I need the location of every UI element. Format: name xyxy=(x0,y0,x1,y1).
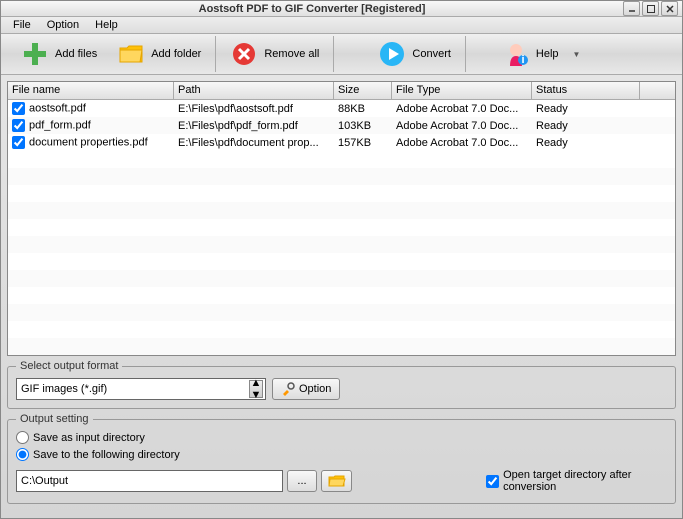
menu-option[interactable]: Option xyxy=(39,17,87,33)
titlebar: Aostsoft PDF to GIF Converter [Registere… xyxy=(1,1,682,17)
menubar: File Option Help xyxy=(1,17,682,34)
convert-label: Convert xyxy=(412,48,451,60)
cell-status: Ready xyxy=(532,119,640,133)
output-path-input[interactable]: C:\Output xyxy=(16,470,283,492)
table-row[interactable]: pdf_form.pdf E:\Files\pdf\pdf_form.pdf 1… xyxy=(8,117,675,134)
output-setting-group: Output setting Save as input directory S… xyxy=(7,413,676,504)
cell-filetype: Adobe Acrobat 7.0 Doc... xyxy=(392,102,532,116)
open-folder-button[interactable] xyxy=(321,470,352,492)
cell-filename: pdf_form.pdf xyxy=(29,119,91,131)
option-label: Option xyxy=(299,383,331,395)
cell-filetype: Adobe Acrobat 7.0 Doc... xyxy=(392,119,532,133)
table-row[interactable]: aostsoft.pdf E:\Files\pdf\aostsoft.pdf 8… xyxy=(8,100,675,117)
open-target-label: Open target directory after conversion xyxy=(503,469,667,493)
separator xyxy=(215,36,216,72)
separator xyxy=(333,36,334,72)
plus-icon xyxy=(21,40,49,68)
chevron-down-icon: ▼ xyxy=(573,50,581,59)
folder-icon xyxy=(117,40,145,68)
menu-help[interactable]: Help xyxy=(87,17,126,33)
list-header: File name Path Size File Type Status xyxy=(8,82,675,100)
empty-rows xyxy=(8,151,675,355)
row-checkbox[interactable] xyxy=(12,136,25,149)
cell-size: 88KB xyxy=(334,102,392,116)
list-body[interactable]: aostsoft.pdf E:\Files\pdf\aostsoft.pdf 8… xyxy=(8,100,675,355)
remove-icon xyxy=(230,40,258,68)
save-following-label: Save to the following directory xyxy=(33,449,180,461)
cell-filename: document properties.pdf xyxy=(29,136,148,148)
output-setting-legend: Output setting xyxy=(16,413,93,425)
folder-open-icon xyxy=(328,474,346,488)
content-area: File name Path Size File Type Status aos… xyxy=(1,75,682,518)
add-files-label: Add files xyxy=(55,48,97,60)
help-icon: i xyxy=(502,40,530,68)
cell-filetype: Adobe Acrobat 7.0 Doc... xyxy=(392,136,532,150)
remove-all-button[interactable]: Remove all xyxy=(220,34,329,74)
add-folder-label: Add folder xyxy=(151,48,201,60)
col-path[interactable]: Path xyxy=(174,82,334,99)
format-select[interactable]: GIF images (*.gif) ▲▼ xyxy=(16,378,266,400)
open-target-checkbox[interactable] xyxy=(486,475,499,488)
col-size[interactable]: Size xyxy=(334,82,392,99)
convert-button[interactable]: Convert xyxy=(368,34,461,74)
svg-text:i: i xyxy=(521,54,524,66)
cell-status: Ready xyxy=(532,136,640,150)
cell-size: 157KB xyxy=(334,136,392,150)
browse-button[interactable]: ... xyxy=(287,470,318,492)
row-checkbox[interactable] xyxy=(12,102,25,115)
separator xyxy=(465,36,466,72)
cell-path: E:\Files\pdf\document prop... xyxy=(174,136,334,150)
toolbar: Add files Add folder Remove all Convert xyxy=(1,34,682,75)
minimize-button[interactable] xyxy=(623,1,640,16)
option-button[interactable]: Option xyxy=(272,378,340,400)
file-list: File name Path Size File Type Status aos… xyxy=(7,81,676,356)
save-input-radio[interactable] xyxy=(16,431,29,444)
cell-status: Ready xyxy=(532,102,640,116)
ellipsis-icon: ... xyxy=(297,475,306,487)
save-input-label: Save as input directory xyxy=(33,432,145,444)
spinner-arrows-icon: ▲▼ xyxy=(249,380,263,398)
help-button[interactable]: i Help ▼ xyxy=(492,34,591,74)
col-filetype[interactable]: File Type xyxy=(392,82,532,99)
app-window: Aostsoft PDF to GIF Converter [Registere… xyxy=(0,0,683,519)
add-folder-button[interactable]: Add folder xyxy=(107,34,211,74)
menu-file[interactable]: File xyxy=(5,17,39,33)
tools-icon xyxy=(281,382,295,396)
add-files-button[interactable]: Add files xyxy=(11,34,107,74)
maximize-button[interactable] xyxy=(642,1,659,16)
save-following-radio[interactable] xyxy=(16,448,29,461)
help-label: Help xyxy=(536,48,559,60)
col-filename[interactable]: File name xyxy=(8,82,174,99)
cell-path: E:\Files\pdf\pdf_form.pdf xyxy=(174,119,334,133)
format-selected: GIF images (*.gif) xyxy=(21,383,107,395)
cell-path: E:\Files\pdf\aostsoft.pdf xyxy=(174,102,334,116)
window-title: Aostsoft PDF to GIF Converter [Registere… xyxy=(1,3,623,15)
table-row[interactable]: document properties.pdf E:\Files\pdf\doc… xyxy=(8,134,675,151)
remove-all-label: Remove all xyxy=(264,48,319,60)
col-status[interactable]: Status xyxy=(532,82,640,99)
close-button[interactable] xyxy=(661,1,678,16)
window-controls xyxy=(623,1,682,16)
play-icon xyxy=(378,40,406,68)
cell-filename: aostsoft.pdf xyxy=(29,102,86,114)
output-format-legend: Select output format xyxy=(16,360,122,372)
output-format-group: Select output format GIF images (*.gif) … xyxy=(7,360,676,409)
cell-size: 103KB xyxy=(334,119,392,133)
row-checkbox[interactable] xyxy=(12,119,25,132)
